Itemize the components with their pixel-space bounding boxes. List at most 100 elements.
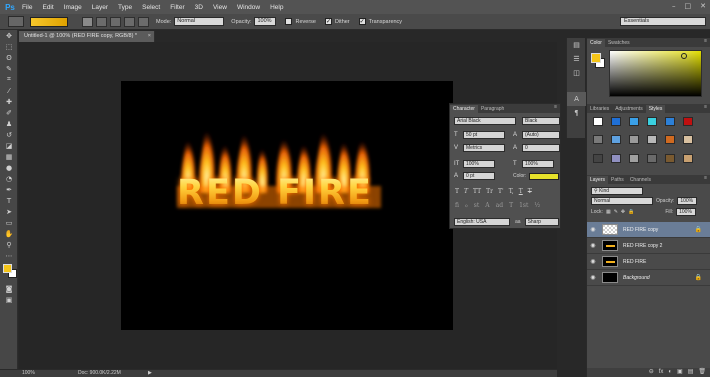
style-swatch[interactable] [629, 117, 639, 126]
blend-mode-select[interactable]: Normal [591, 197, 653, 205]
properties-panel-icon[interactable]: ☰ [567, 52, 586, 66]
new-group-icon[interactable]: ▣ [677, 368, 683, 377]
lasso-tool-icon[interactable]: ʘ [0, 52, 18, 63]
layer-opacity-field[interactable]: 100% [677, 197, 698, 205]
all-caps-button[interactable]: TT [473, 188, 481, 195]
zoom-level[interactable]: 100% [22, 370, 35, 377]
style-swatch[interactable] [683, 153, 693, 163]
swash-button[interactable]: A [485, 202, 489, 209]
faux-bold-button[interactable]: T [455, 188, 459, 195]
delete-layer-icon[interactable]: 🗑 [698, 368, 706, 377]
font-size-field[interactable]: 50 pt [463, 131, 505, 139]
layers-panel-menu-icon[interactable]: ≡ [704, 175, 707, 181]
font-style-select[interactable]: Black [522, 117, 560, 125]
menu-view[interactable]: View [208, 4, 232, 11]
menu-select[interactable]: Select [137, 4, 165, 11]
menu-window[interactable]: Window [232, 4, 265, 11]
lock-pixels-icon[interactable]: ✎ [614, 209, 618, 215]
tracking-field[interactable]: 0 [522, 144, 560, 152]
menu-layer[interactable]: Layer [87, 4, 113, 11]
diamond-gradient-icon[interactable] [138, 16, 149, 27]
document-canvas[interactable]: RED FIRE [121, 81, 453, 330]
tab-styles[interactable]: Styles [645, 105, 666, 113]
tab-paragraph[interactable]: Paragraph [478, 105, 507, 113]
vertical-scale-field[interactable]: 100% [463, 160, 495, 168]
eyedropper-tool-icon[interactable]: ⁄ [0, 85, 18, 96]
quick-select-tool-icon[interactable]: ✎ [0, 63, 18, 74]
dither-checkbox[interactable]: ✓ [324, 18, 332, 25]
menu-image[interactable]: Image [59, 4, 87, 11]
tab-channels[interactable]: Channels [627, 176, 654, 184]
marquee-tool-icon[interactable]: ⬚ [0, 41, 18, 52]
style-swatch[interactable] [593, 153, 603, 163]
angle-gradient-icon[interactable] [110, 16, 121, 27]
menu-filter[interactable]: Filter [165, 4, 189, 11]
language-select[interactable]: English: USA [454, 218, 510, 226]
shape-tool-icon[interactable]: ▭ [0, 217, 18, 228]
blur-tool-icon[interactable]: ● [0, 162, 18, 173]
ordinals-button[interactable]: 1st [519, 202, 528, 209]
leading-field[interactable]: (Auto) [522, 131, 560, 139]
style-swatch[interactable] [647, 135, 657, 145]
titling-alternates-button[interactable]: T [509, 202, 513, 209]
style-swatch[interactable] [611, 135, 621, 145]
discretionary-ligatures-button[interactable]: st [474, 202, 480, 209]
style-swatch[interactable] [629, 135, 639, 145]
paragraph-panel-icon[interactable]: ¶ [567, 106, 586, 120]
color-panel-menu-icon[interactable]: ≡ [704, 38, 707, 44]
add-mask-icon[interactable]: ◐ [668, 368, 672, 377]
close-tab-icon[interactable]: × [148, 31, 151, 42]
menu-type[interactable]: Type [113, 4, 137, 11]
style-swatch[interactable] [683, 117, 693, 126]
tab-character[interactable]: Character [450, 105, 478, 113]
lock-transparent-icon[interactable]: ▦ [606, 209, 611, 215]
foreground-color-swatch[interactable] [3, 264, 12, 273]
visibility-eye-icon[interactable]: ◉ [587, 258, 599, 265]
zoom-tool-icon[interactable]: ⚲ [0, 239, 18, 250]
lock-all-icon[interactable]: 🔒 [628, 209, 634, 215]
path-select-tool-icon[interactable]: ➤ [0, 206, 18, 217]
tool-preset-picker[interactable] [8, 16, 24, 27]
stylistic-alternates-button[interactable]: ad [496, 202, 503, 209]
kerning-field[interactable]: Metrics [463, 144, 505, 152]
style-swatch[interactable] [611, 153, 621, 163]
healing-brush-tool-icon[interactable]: ✚ [0, 96, 18, 107]
fractions-button[interactable]: ½ [534, 202, 540, 209]
color-picker-marker[interactable] [681, 53, 687, 59]
contextual-alternates-button[interactable]: ℴ [465, 202, 468, 209]
horizontal-scale-field[interactable]: 100% [522, 160, 554, 168]
baseline-shift-field[interactable]: 0 pt [463, 172, 495, 180]
screen-mode-icon[interactable]: ▣ [0, 294, 18, 305]
layer-filter-select[interactable]: ⚲ Kind [591, 187, 643, 195]
history-panel-icon[interactable]: ▤ [567, 38, 586, 52]
link-layers-icon[interactable]: ⊖ [649, 368, 654, 377]
style-swatch[interactable] [665, 153, 675, 163]
workspace-select[interactable]: Essentials [620, 17, 706, 26]
antialias-select[interactable]: Sharp [524, 218, 559, 226]
linear-gradient-icon[interactable] [82, 16, 93, 27]
visibility-eye-icon[interactable]: ◉ [587, 242, 599, 249]
font-family-select[interactable]: Arial Black [454, 117, 516, 125]
brush-tool-icon[interactable]: ✐ [0, 107, 18, 118]
add-layer-style-icon[interactable]: fx [659, 368, 664, 377]
faux-italic-button[interactable]: T [464, 188, 468, 195]
hand-tool-icon[interactable]: ✋ [0, 228, 18, 239]
panel-menu-icon[interactable]: ≡ [554, 104, 557, 110]
fill-field[interactable]: 100% [676, 208, 697, 216]
quick-mask-icon[interactable]: ◙ [0, 283, 18, 294]
menu-file[interactable]: File [17, 4, 37, 11]
clone-stamp-tool-icon[interactable]: ♟ [0, 118, 18, 129]
new-layer-icon[interactable]: ▤ [688, 368, 694, 377]
menu-help[interactable]: Help [265, 4, 288, 11]
visibility-eye-icon[interactable]: ◉ [587, 274, 599, 281]
text-color-swatch[interactable] [529, 172, 560, 180]
pen-tool-icon[interactable]: ✒ [0, 184, 18, 195]
style-swatch[interactable] [629, 153, 639, 163]
swatches-panel-icon[interactable]: ◫ [567, 66, 586, 80]
strikethrough-button[interactable]: T [528, 188, 532, 195]
tab-libraries[interactable]: Libraries [587, 105, 612, 113]
layer-row[interactable]: ◉ RED FIRE copy 🔒 [587, 222, 710, 238]
crop-tool-icon[interactable]: ⌗ [0, 74, 18, 85]
tab-adjustments[interactable]: Adjustments [612, 105, 646, 113]
gradient-preview[interactable] [30, 16, 68, 27]
